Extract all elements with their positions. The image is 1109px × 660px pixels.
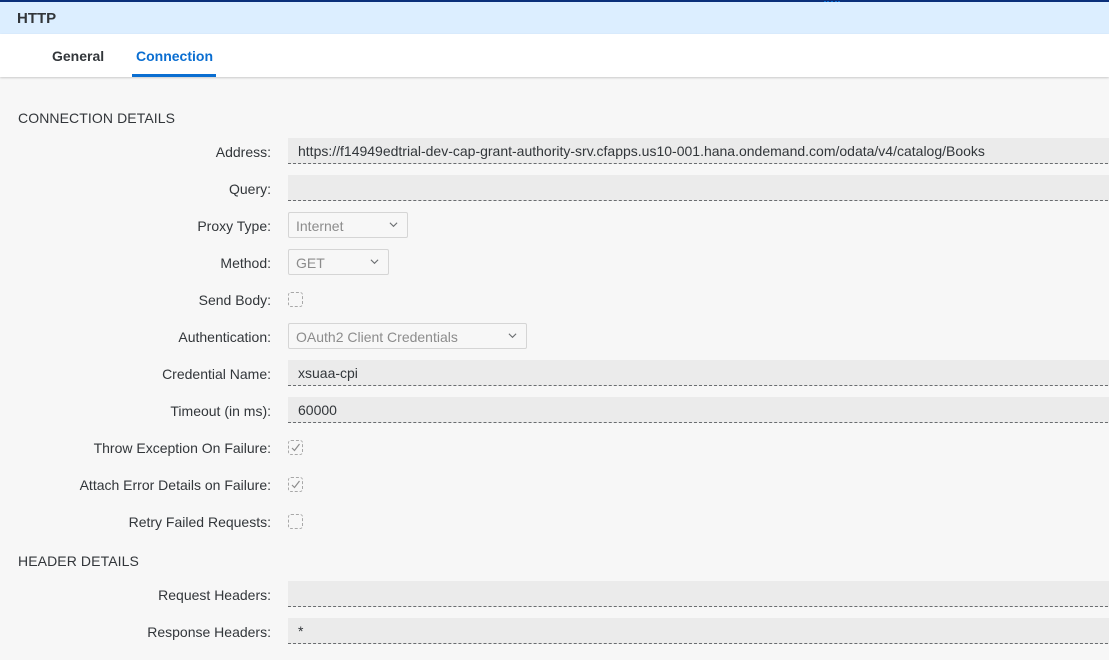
proxy-type-label: Proxy Type: xyxy=(197,218,271,234)
checkmark-icon xyxy=(291,443,300,452)
chevron-down-icon xyxy=(508,333,517,339)
timeout-label: Timeout (in ms): xyxy=(170,403,271,419)
address-value: https://f14949edtrial-dev-cap-grant-auth… xyxy=(298,143,985,159)
proxy-type-value: Internet xyxy=(296,218,344,234)
response-headers-field[interactable]: * xyxy=(288,618,1109,644)
throw-exception-label: Throw Exception On Failure: xyxy=(93,440,271,456)
address-field[interactable]: https://f14949edtrial-dev-cap-grant-auth… xyxy=(288,138,1109,164)
request-headers-field[interactable] xyxy=(288,581,1109,607)
credential-name-value: xsuaa-cpi xyxy=(298,365,358,381)
method-value: GET xyxy=(296,255,325,271)
send-body-checkbox[interactable] xyxy=(288,292,303,307)
authentication-label: Authentication: xyxy=(178,329,271,345)
tab-bar: General Connection xyxy=(0,34,1109,77)
authentication-value: OAuth2 Client Credentials xyxy=(296,329,458,345)
retry-failed-checkbox[interactable] xyxy=(288,514,303,529)
credential-name-field[interactable]: xsuaa-cpi xyxy=(288,360,1109,386)
chevron-down-icon xyxy=(370,259,379,265)
active-tab-indicator xyxy=(132,74,216,77)
request-headers-label: Request Headers: xyxy=(158,587,271,603)
tab-connection[interactable]: Connection xyxy=(136,48,213,64)
header-details-heading: HEADER DETAILS xyxy=(18,553,139,569)
throw-exception-checkbox[interactable] xyxy=(288,440,303,455)
window-title: HTTP xyxy=(17,10,57,27)
query-label: Query: xyxy=(228,181,271,197)
authentication-select[interactable]: OAuth2 Client Credentials xyxy=(288,323,527,349)
method-label: Method: xyxy=(220,255,271,271)
attach-error-details-label: Attach Error Details on Failure: xyxy=(79,477,271,493)
attach-error-details-checkbox[interactable] xyxy=(288,477,303,492)
tab-general[interactable]: General xyxy=(52,48,104,64)
credential-name-label: Credential Name: xyxy=(162,366,271,382)
send-body-label: Send Body: xyxy=(198,292,271,308)
query-field[interactable] xyxy=(288,175,1109,201)
chevron-down-icon xyxy=(389,222,398,228)
window-header: HTTP xyxy=(0,2,1109,34)
response-headers-value: * xyxy=(298,623,304,639)
connection-details-heading: CONNECTION DETAILS xyxy=(18,110,176,126)
address-label: Address: xyxy=(215,144,271,160)
timeout-field[interactable]: 60000 xyxy=(288,397,1109,423)
checkmark-icon xyxy=(291,480,300,489)
retry-failed-label: Retry Failed Requests: xyxy=(128,514,271,530)
method-select[interactable]: GET xyxy=(288,249,389,275)
timeout-value: 60000 xyxy=(298,402,337,418)
proxy-type-select[interactable]: Internet xyxy=(288,212,408,238)
response-headers-label: Response Headers: xyxy=(147,624,271,640)
